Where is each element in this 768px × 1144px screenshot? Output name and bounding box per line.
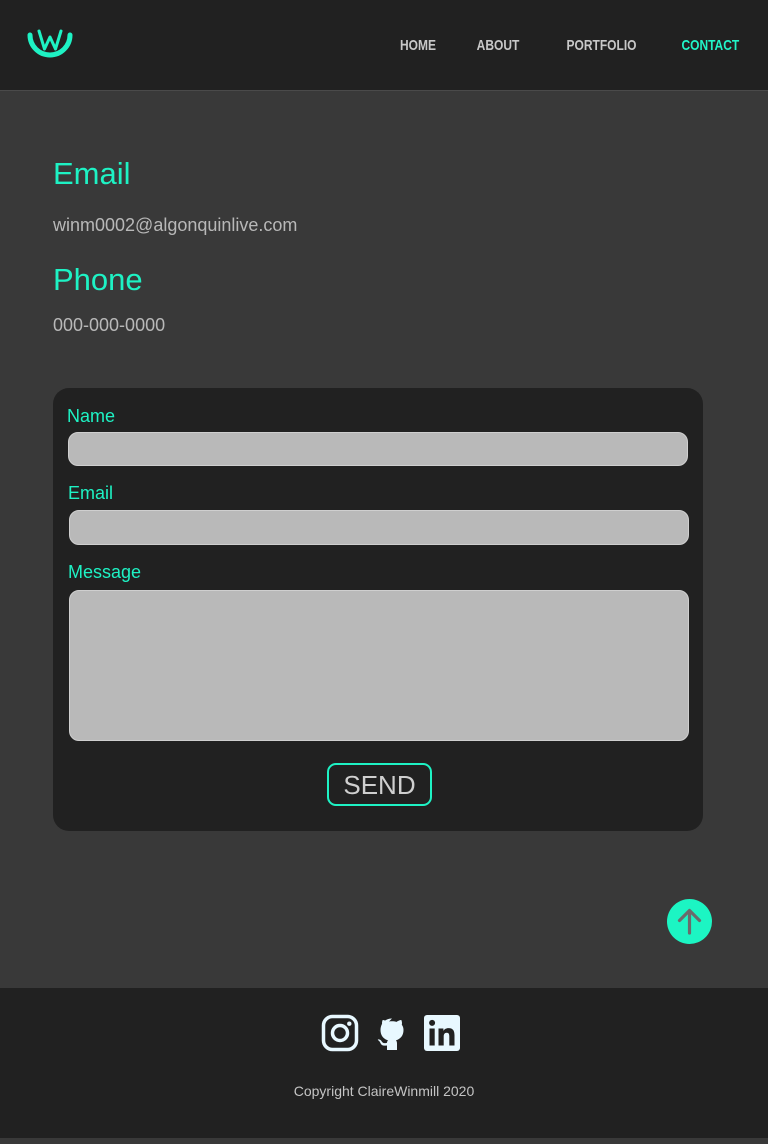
email-heading: Email (53, 156, 131, 191)
message-label: Message (68, 562, 142, 582)
github-link[interactable] (373, 1014, 411, 1052)
nav-about[interactable]: ABOUT (477, 36, 520, 56)
name-input[interactable] (68, 432, 688, 466)
main-nav: HOME ABOUT PORTFOLIO CONTACT (361, 36, 739, 56)
nav-portfolio[interactable]: PORTFOLIO (567, 36, 637, 56)
name-label: Name (67, 406, 116, 426)
phone-number: 000-000-0000 (53, 315, 166, 335)
linkedin-icon (424, 1015, 460, 1051)
github-icon (377, 1018, 404, 1050)
site-footer: Copyright ClaireWinmill 2020 (0, 988, 768, 1138)
footer-bottom-strip (0, 1138, 768, 1144)
linkedin-link[interactable] (423, 1014, 461, 1052)
phone-heading: Phone (53, 262, 143, 297)
instagram-icon (321, 1014, 359, 1052)
instagram-link[interactable] (321, 1014, 359, 1052)
nav-home[interactable]: HOME (400, 36, 436, 56)
message-textarea[interactable] (69, 590, 689, 741)
contact-section: Email winm0002@algonquinlive.com Phone 0… (0, 92, 768, 988)
logo-w-icon (27, 29, 73, 58)
email-input[interactable] (69, 510, 689, 545)
email-label: Email (68, 483, 114, 503)
site-header: HOME ABOUT PORTFOLIO CONTACT (0, 0, 768, 91)
nav-contact[interactable]: CONTACT (681, 36, 739, 56)
email-address: winm0002@algonquinlive.com (53, 215, 298, 235)
back-to-top-button[interactable] (667, 899, 712, 944)
send-button[interactable]: SEND (327, 763, 432, 806)
copyright-text: Copyright ClaireWinmill 2020 (293, 1083, 475, 1099)
contact-form: Name Email Message SEND (53, 388, 703, 831)
site-logo[interactable] (26, 22, 74, 68)
arrow-up-icon (677, 908, 702, 935)
